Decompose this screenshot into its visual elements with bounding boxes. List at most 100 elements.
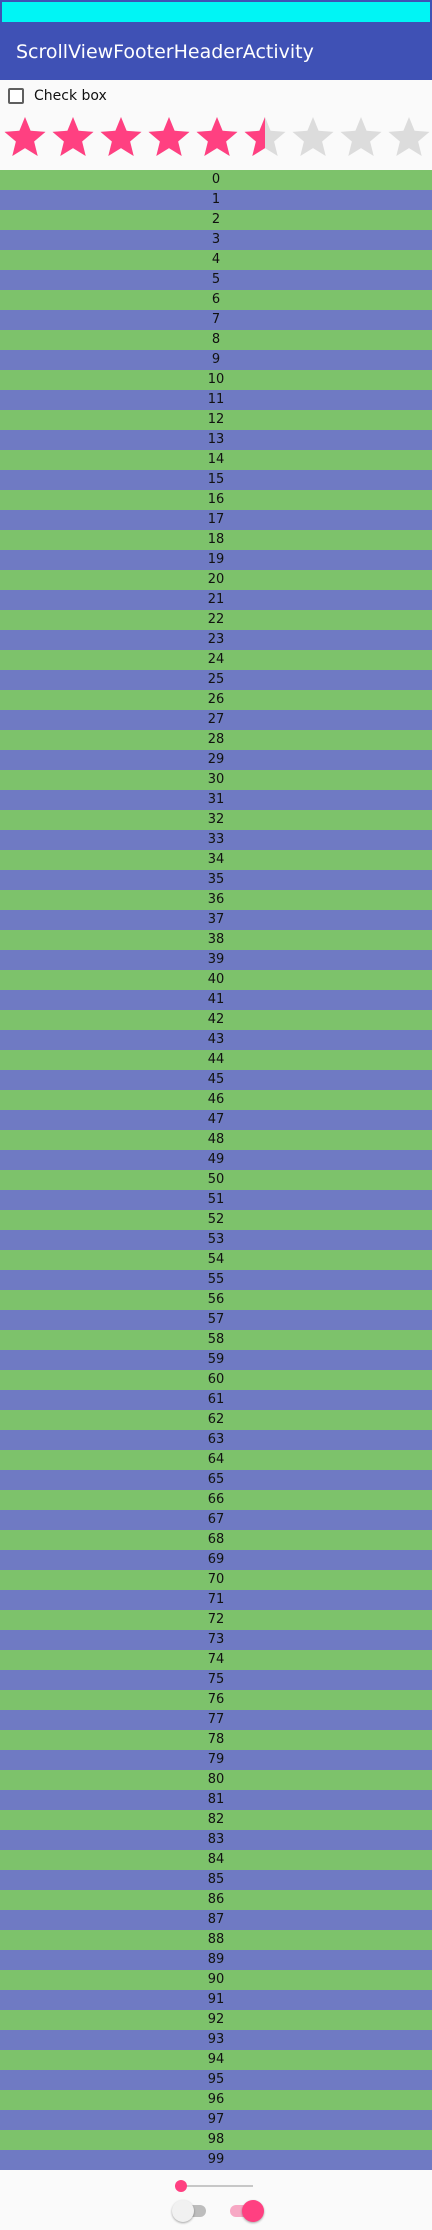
list-item[interactable]: 35 xyxy=(0,870,432,890)
list-item[interactable]: 13 xyxy=(0,430,432,450)
list-item[interactable]: 80 xyxy=(0,1770,432,1790)
list-item[interactable]: 33 xyxy=(0,830,432,850)
list-item[interactable]: 25 xyxy=(0,670,432,690)
list-item[interactable]: 5 xyxy=(0,270,432,290)
list-item[interactable]: 53 xyxy=(0,1230,432,1250)
list-item[interactable]: 82 xyxy=(0,1810,432,1830)
list-item[interactable]: 86 xyxy=(0,1890,432,1910)
checkbox-row[interactable]: Check box xyxy=(8,86,107,106)
list-item[interactable]: 96 xyxy=(0,2090,432,2110)
list-item[interactable]: 12 xyxy=(0,410,432,430)
list-item[interactable]: 89 xyxy=(0,1950,432,1970)
list-item[interactable]: 34 xyxy=(0,850,432,870)
list-item[interactable]: 84 xyxy=(0,1850,432,1870)
list-item[interactable]: 99 xyxy=(0,2150,432,2170)
list-item[interactable]: 67 xyxy=(0,1510,432,1530)
list-item[interactable]: 18 xyxy=(0,530,432,550)
star-icon[interactable] xyxy=(98,114,144,160)
switch-on[interactable] xyxy=(226,2198,264,2224)
star-icon[interactable] xyxy=(242,114,288,160)
list-item[interactable]: 2 xyxy=(0,210,432,230)
list-item[interactable]: 87 xyxy=(0,1910,432,1930)
checkbox[interactable] xyxy=(8,88,24,104)
list-item[interactable]: 31 xyxy=(0,790,432,810)
list-item[interactable]: 78 xyxy=(0,1730,432,1750)
list-item[interactable]: 16 xyxy=(0,490,432,510)
list-item[interactable]: 64 xyxy=(0,1450,432,1470)
list-item[interactable]: 95 xyxy=(0,2070,432,2090)
list-item[interactable]: 47 xyxy=(0,1110,432,1130)
list-item[interactable]: 22 xyxy=(0,610,432,630)
checkbox-label[interactable]: Check box xyxy=(34,88,107,104)
list-item[interactable]: 58 xyxy=(0,1330,432,1350)
list-item[interactable]: 93 xyxy=(0,2030,432,2050)
list-item[interactable]: 15 xyxy=(0,470,432,490)
list-item[interactable]: 97 xyxy=(0,2110,432,2130)
list-item[interactable]: 63 xyxy=(0,1430,432,1450)
star-icon[interactable] xyxy=(338,114,384,160)
list-item[interactable]: 71 xyxy=(0,1590,432,1610)
list-item[interactable]: 66 xyxy=(0,1490,432,1510)
list-item[interactable]: 6 xyxy=(0,290,432,310)
star-icon[interactable] xyxy=(290,114,336,160)
list-item[interactable]: 46 xyxy=(0,1090,432,1110)
list-item[interactable]: 52 xyxy=(0,1210,432,1230)
list-item[interactable]: 77 xyxy=(0,1710,432,1730)
seekbar[interactable] xyxy=(175,2178,253,2194)
list-item[interactable]: 51 xyxy=(0,1190,432,1210)
list-item[interactable]: 98 xyxy=(0,2130,432,2150)
star-icon[interactable] xyxy=(2,114,48,160)
switch-off[interactable] xyxy=(172,2198,210,2224)
list-item[interactable]: 23 xyxy=(0,630,432,650)
list-item[interactable]: 68 xyxy=(0,1530,432,1550)
list-item[interactable]: 10 xyxy=(0,370,432,390)
scroll-list[interactable]: 0 1 2 3 4 5 6 7 8 9 10 11 12 13 14 15 16 17 18 19 20 21 22 23 24… xyxy=(0,170,432,2170)
list-item[interactable]: 43 xyxy=(0,1030,432,1050)
list-item[interactable]: 11 xyxy=(0,390,432,410)
list-item[interactable]: 36 xyxy=(0,890,432,910)
list-item[interactable]: 73 xyxy=(0,1630,432,1650)
list-item[interactable]: 27 xyxy=(0,710,432,730)
list-item[interactable]: 3 xyxy=(0,230,432,250)
switch-thumb[interactable] xyxy=(242,2200,264,2222)
list-item[interactable]: 8 xyxy=(0,330,432,350)
list-item[interactable]: 69 xyxy=(0,1550,432,1570)
list-item[interactable]: 90 xyxy=(0,1970,432,1990)
list-item[interactable]: 19 xyxy=(0,550,432,570)
list-item[interactable]: 74 xyxy=(0,1650,432,1670)
star-icon[interactable] xyxy=(194,114,240,160)
list-item[interactable]: 44 xyxy=(0,1050,432,1070)
list-item[interactable]: 28 xyxy=(0,730,432,750)
list-item[interactable]: 83 xyxy=(0,1830,432,1850)
list-item[interactable]: 45 xyxy=(0,1070,432,1090)
list-item[interactable]: 0 xyxy=(0,170,432,190)
switch-thumb[interactable] xyxy=(172,2200,194,2222)
list-item[interactable]: 75 xyxy=(0,1670,432,1690)
list-item[interactable]: 79 xyxy=(0,1750,432,1770)
list-item[interactable]: 49 xyxy=(0,1150,432,1170)
list-item[interactable]: 14 xyxy=(0,450,432,470)
list-item[interactable]: 41 xyxy=(0,990,432,1010)
list-item[interactable]: 60 xyxy=(0,1370,432,1390)
seekbar-thumb[interactable] xyxy=(175,2180,187,2192)
list-item[interactable]: 7 xyxy=(0,310,432,330)
list-item[interactable]: 50 xyxy=(0,1170,432,1190)
list-item[interactable]: 92 xyxy=(0,2010,432,2030)
list-item[interactable]: 81 xyxy=(0,1790,432,1810)
list-item[interactable]: 26 xyxy=(0,690,432,710)
list-item[interactable]: 70 xyxy=(0,1570,432,1590)
list-item[interactable]: 48 xyxy=(0,1130,432,1150)
list-item[interactable]: 94 xyxy=(0,2050,432,2070)
list-item[interactable]: 30 xyxy=(0,770,432,790)
list-item[interactable]: 29 xyxy=(0,750,432,770)
list-item[interactable]: 4 xyxy=(0,250,432,270)
list-item[interactable]: 91 xyxy=(0,1990,432,2010)
list-item[interactable]: 1 xyxy=(0,190,432,210)
list-item[interactable]: 57 xyxy=(0,1310,432,1330)
list-item[interactable]: 61 xyxy=(0,1390,432,1410)
list-item[interactable]: 39 xyxy=(0,950,432,970)
rating-bar[interactable] xyxy=(2,114,432,160)
list-item[interactable]: 62 xyxy=(0,1410,432,1430)
list-item[interactable]: 38 xyxy=(0,930,432,950)
list-item[interactable]: 42 xyxy=(0,1010,432,1030)
